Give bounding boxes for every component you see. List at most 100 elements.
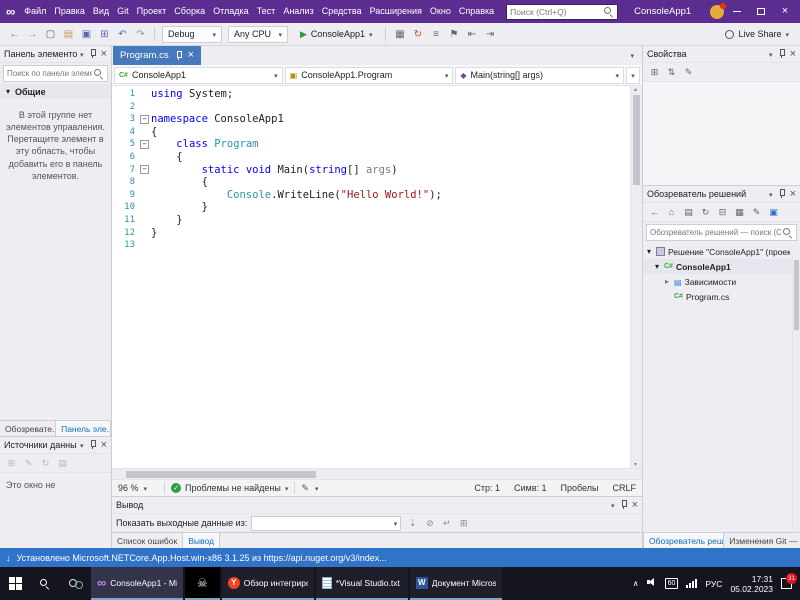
solution-explorer-header[interactable]: Обозреватель решений bbox=[643, 186, 800, 203]
pin-icon[interactable] bbox=[619, 500, 628, 510]
copy-icon[interactable]: ⊞ bbox=[456, 516, 471, 530]
save-icon[interactable]: ▣ bbox=[78, 26, 95, 43]
editor-vertical-scrollbar[interactable] bbox=[630, 86, 642, 468]
code-line[interactable]: 9 Console.WriteLine("Hello World!"); bbox=[112, 189, 630, 202]
code-line[interactable]: 10 } bbox=[112, 201, 630, 214]
pin-icon[interactable] bbox=[88, 440, 97, 450]
toolbox-header[interactable]: Панель элементов bbox=[0, 46, 111, 63]
quick-search[interactable] bbox=[506, 3, 619, 20]
tab-toolbox[interactable]: Панель эле... bbox=[55, 421, 111, 436]
quick-search-input[interactable] bbox=[510, 6, 603, 17]
tree-item-solution[interactable]: Решение "ConsoleApp1" (проекты: 1 из 1) bbox=[643, 244, 800, 259]
toolbox-search[interactable] bbox=[3, 65, 108, 82]
menu-item[interactable]: Окно bbox=[426, 0, 455, 23]
tab-server-explorer[interactable]: Обозревате... bbox=[0, 421, 55, 436]
menu-item[interactable]: Вид bbox=[89, 0, 113, 23]
scrollbar-thumb[interactable] bbox=[633, 95, 640, 185]
close-tab-icon[interactable] bbox=[188, 50, 194, 61]
expander-icon[interactable] bbox=[645, 247, 653, 256]
document-health-indicator[interactable]: Проблемы не найдены bbox=[171, 483, 288, 493]
output-header[interactable]: Вывод bbox=[112, 497, 642, 514]
menu-item[interactable]: Справка bbox=[455, 0, 498, 23]
window-options-icon[interactable] bbox=[611, 500, 615, 511]
tab-solution-explorer[interactable]: Обозреватель реше... bbox=[643, 533, 725, 548]
properties-icon[interactable]: ✎ bbox=[749, 205, 764, 219]
pin-icon[interactable] bbox=[88, 49, 97, 59]
network-button[interactable] bbox=[686, 579, 698, 588]
class-dropdown[interactable]: ConsoleApp1.Program bbox=[284, 66, 454, 84]
goto-message-icon[interactable]: ⇣ bbox=[405, 516, 420, 530]
fold-collapse-icon[interactable] bbox=[140, 165, 149, 175]
tab-error-list[interactable]: Список ошибок bbox=[112, 533, 182, 548]
status-spaces[interactable]: Пробелы bbox=[561, 483, 599, 493]
member-dropdown[interactable]: Main(string[] args) bbox=[455, 66, 625, 84]
battery-icon[interactable]: 60 bbox=[664, 578, 679, 589]
configuration-dropdown[interactable]: Debug bbox=[162, 25, 222, 43]
tree-item-program-cs[interactable]: C# Program.cs bbox=[643, 289, 800, 304]
close-button[interactable] bbox=[774, 0, 796, 23]
tab-git-changes[interactable]: Изменения Git — п... bbox=[724, 533, 800, 548]
menu-item[interactable]: Расширения bbox=[366, 0, 426, 23]
menu-item[interactable]: Сборка bbox=[170, 0, 209, 23]
open-file-icon[interactable]: ▤ bbox=[60, 26, 77, 43]
collapse-all-icon[interactable]: ⊟ bbox=[715, 205, 730, 219]
output-source-dropdown[interactable] bbox=[251, 515, 402, 531]
minimize-button[interactable] bbox=[726, 0, 748, 23]
code-line[interactable]: 13 bbox=[112, 239, 630, 252]
add-data-source-icon[interactable]: ⊞ bbox=[4, 456, 19, 470]
taskbar-yandex-browser[interactable]: Y Обзор интегриров... bbox=[221, 567, 314, 600]
pin-icon[interactable] bbox=[777, 189, 786, 199]
tray-expand-icon[interactable] bbox=[633, 578, 639, 589]
close-icon[interactable] bbox=[101, 49, 107, 60]
code-line[interactable]: 12} bbox=[112, 227, 630, 240]
toolbox-group-general[interactable]: Общие bbox=[0, 84, 111, 99]
switch-views-icon[interactable]: ▤ bbox=[681, 205, 696, 219]
show-all-files-icon[interactable]: ▦ bbox=[732, 205, 747, 219]
taskbar-game-window[interactable]: ☠ bbox=[185, 567, 220, 600]
code-line[interactable]: 1 using System; bbox=[112, 88, 630, 101]
edit-icon[interactable]: ✎ bbox=[21, 456, 36, 470]
menu-item[interactable]: Средства bbox=[318, 0, 366, 23]
user-avatar[interactable] bbox=[710, 2, 726, 19]
scrollbar-thumb[interactable] bbox=[794, 260, 799, 330]
refresh-icon[interactable]: ↻ bbox=[38, 456, 53, 470]
properties-header[interactable]: Свойства bbox=[643, 46, 800, 63]
editor-horizontal-scrollbar[interactable] bbox=[112, 468, 642, 479]
window-options-icon[interactable] bbox=[80, 440, 84, 451]
toolbox-search-input[interactable] bbox=[7, 69, 92, 78]
code-line[interactable]: 2 bbox=[112, 101, 630, 114]
code-editor[interactable]: 1using System;23namespace ConsoleApp14{5… bbox=[112, 86, 642, 468]
code-line[interactable]: 6 { bbox=[112, 151, 630, 164]
menu-item[interactable]: Проект bbox=[133, 0, 171, 23]
menu-item[interactable]: Git bbox=[113, 0, 133, 23]
live-share-button[interactable]: Live Share bbox=[720, 26, 794, 43]
categorized-icon[interactable]: ⊞ bbox=[647, 65, 662, 79]
alphabetical-icon[interactable]: ⇅ bbox=[664, 65, 679, 79]
clear-all-icon[interactable]: ⊘ bbox=[422, 516, 437, 530]
save-all-icon[interactable]: ⊞ bbox=[96, 26, 113, 43]
close-icon[interactable] bbox=[101, 440, 107, 451]
panel-scrollbar[interactable] bbox=[792, 256, 800, 531]
menu-item[interactable]: Анализ bbox=[279, 0, 317, 23]
navigate-backward-icon[interactable]: ← bbox=[6, 26, 23, 43]
back-icon[interactable]: ← bbox=[647, 205, 662, 219]
undo-icon[interactable]: ↶ bbox=[114, 26, 131, 43]
property-pages-icon[interactable]: ✎ bbox=[681, 65, 696, 79]
start-debugging-button[interactable]: ConsoleApp1 bbox=[294, 26, 378, 43]
expander-icon[interactable] bbox=[663, 277, 671, 286]
fold-collapse-icon[interactable] bbox=[140, 140, 149, 150]
code-line[interactable]: 8 { bbox=[112, 176, 630, 189]
indent-icon[interactable]: ⇥ bbox=[481, 26, 498, 43]
menu-item[interactable]: Правка bbox=[50, 0, 88, 23]
outdent-icon[interactable]: ⇤ bbox=[463, 26, 480, 43]
outline-icon[interactable]: ≡ bbox=[427, 26, 444, 43]
start-button[interactable] bbox=[0, 567, 30, 600]
menu-item[interactable]: Тест bbox=[253, 0, 280, 23]
pin-tab-icon[interactable] bbox=[174, 50, 183, 61]
redo-icon[interactable]: ↷ bbox=[132, 26, 149, 43]
taskbar-word[interactable]: W Документ Microso... bbox=[409, 567, 502, 600]
taskbar-search-button[interactable] bbox=[30, 567, 60, 600]
window-options-icon[interactable] bbox=[769, 189, 773, 200]
data-sources-header[interactable]: Источники данных bbox=[0, 437, 111, 454]
code-line[interactable]: 4{ bbox=[112, 126, 630, 139]
